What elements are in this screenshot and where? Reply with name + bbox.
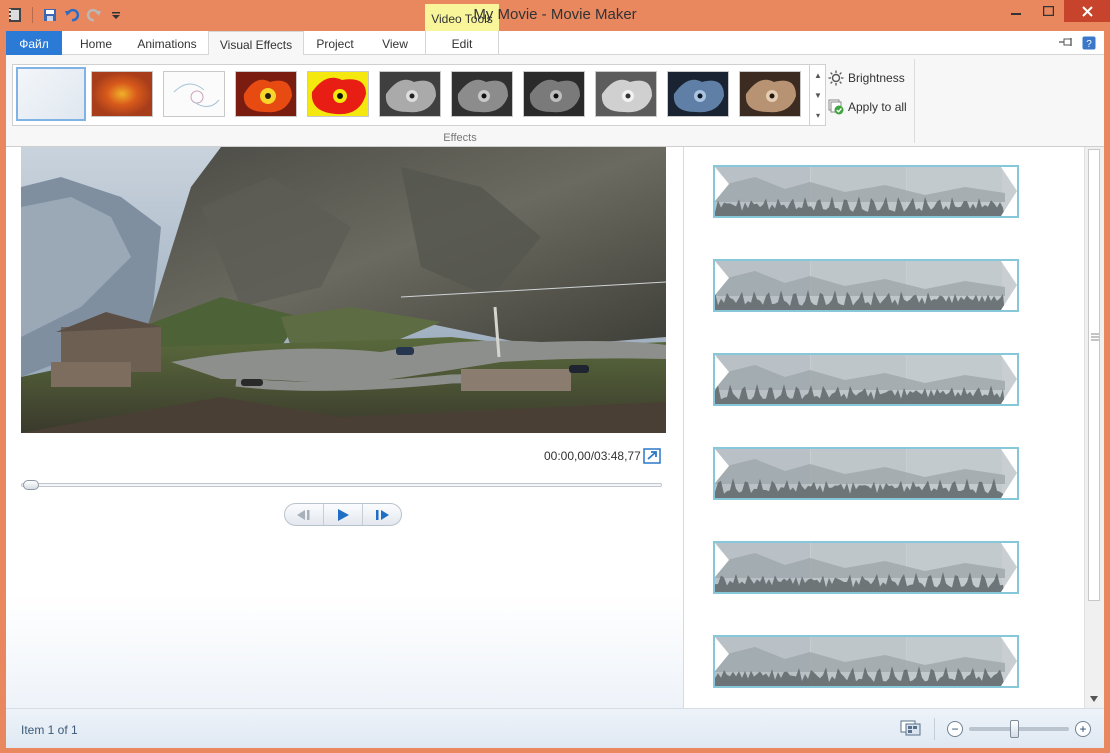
storyboard-clip[interactable] [713,165,1019,218]
zoom-out-button[interactable]: − [947,721,963,737]
gallery-scroll-controls: ▲ ▼ ▾ [809,65,826,125]
storyboard-clip[interactable] [713,259,1019,312]
title-bar: Video Tools My Movie - Movie Maker [0,0,1110,32]
brightness-label: Brightness [848,71,905,85]
effect-thumb-posterize[interactable] [307,71,369,117]
window-title: My Movie - Movie Maker [473,6,637,23]
effect-thumb-edge-detect[interactable] [163,71,225,117]
ribbon-right-controls: ? [1058,36,1096,53]
storyboard-scrollbar[interactable] [1084,147,1104,708]
next-frame-button[interactable] [363,504,401,525]
storyboard-clip[interactable] [713,541,1019,594]
zoom-slider[interactable] [969,720,1069,738]
storyboard-clip[interactable] [713,353,1019,406]
gallery-expand-icon[interactable]: ▾ [816,111,820,120]
storyboard-clip[interactable] [713,447,1019,500]
effects-group-label: Effects [443,132,477,144]
zoom-controls: − + [900,718,1091,740]
gallery-scroll-up-icon[interactable]: ▲ [814,71,822,80]
ribbon-group-separator [914,59,915,143]
playback-controls [284,503,402,526]
effect-thumb-grayscale-1[interactable] [379,71,441,117]
minimize-button[interactable] [1000,0,1032,22]
status-bar: Item 1 of 1 − + [6,708,1104,748]
ribbon-tab-bar: Файл Home Animations Visual Effects Proj… [6,31,1104,55]
effect-thumb-grayscale-2[interactable] [451,71,513,117]
tab-animations[interactable]: Animations [127,31,207,55]
tab-visual-effects[interactable]: Visual Effects [208,31,304,55]
effect-thumb-no-effect[interactable] [16,67,86,121]
seek-bar[interactable] [21,483,662,487]
apply-to-all-label: Apply to all [848,100,907,114]
previous-frame-icon [297,509,310,520]
effect-thumb-sepia[interactable] [739,71,801,117]
close-button[interactable] [1064,0,1110,22]
effect-thumb-grayscale-light[interactable] [595,71,657,117]
main-content: 00:00,00/03:48,77 [6,147,1104,708]
effects-gallery: ▲ ▼ ▾ [12,64,826,126]
close-icon [1081,5,1093,17]
tab-view[interactable]: View [368,31,422,55]
fullscreen-icon [643,448,661,464]
storyboard-scroll-thumb[interactable] [1088,149,1100,601]
next-frame-icon [376,509,389,520]
scroll-down-icon[interactable] [1089,695,1099,703]
app-window: Video Tools My Movie - Movie Maker Файл … [0,0,1110,753]
tab-file[interactable]: Файл [6,31,62,55]
tab-project[interactable]: Project [308,31,362,55]
gallery-scroll-down-icon[interactable]: ▼ [814,91,822,100]
tab-edit[interactable]: Edit [425,31,499,55]
storyboard-pane [685,147,1083,708]
storyboard-view-icon[interactable] [900,719,922,740]
status-separator [934,718,935,740]
effect-thumb-grayscale-3[interactable] [523,71,585,117]
play-button[interactable] [324,504,363,525]
zoom-slider-thumb[interactable] [1010,720,1019,738]
status-text: Item 1 of 1 [21,723,78,737]
brightness-icon [828,70,844,86]
tab-home[interactable]: Home [68,31,124,55]
preview-pane: 00:00,00/03:48,77 [6,147,684,708]
seek-thumb[interactable] [23,480,39,490]
zoom-in-button[interactable]: + [1075,721,1091,737]
pin-ribbon-icon[interactable] [1058,36,1074,53]
help-icon[interactable]: ? [1082,36,1096,53]
brightness-button[interactable]: Brightness [828,70,905,86]
storyboard-clip[interactable] [713,635,1019,688]
effect-thumb-blur-warm[interactable] [91,71,153,117]
apply-to-all-button[interactable]: Apply to all [828,99,907,115]
time-readout: 00:00,00/03:48,77 [544,449,641,463]
apply-to-all-icon [828,99,844,115]
window-controls [1000,0,1110,22]
effect-thumb-warm-saturated[interactable] [235,71,297,117]
svg-text:?: ? [1086,39,1092,50]
play-icon [338,508,349,521]
ribbon-body: ▲ ▼ ▾ Effects Brightness Apply to all [6,55,1104,147]
previous-frame-button[interactable] [285,504,324,525]
video-preview[interactable] [21,147,666,433]
maximize-button[interactable] [1032,0,1064,22]
fullscreen-button[interactable] [643,448,661,464]
effect-thumb-cyan-tone[interactable] [667,71,729,117]
